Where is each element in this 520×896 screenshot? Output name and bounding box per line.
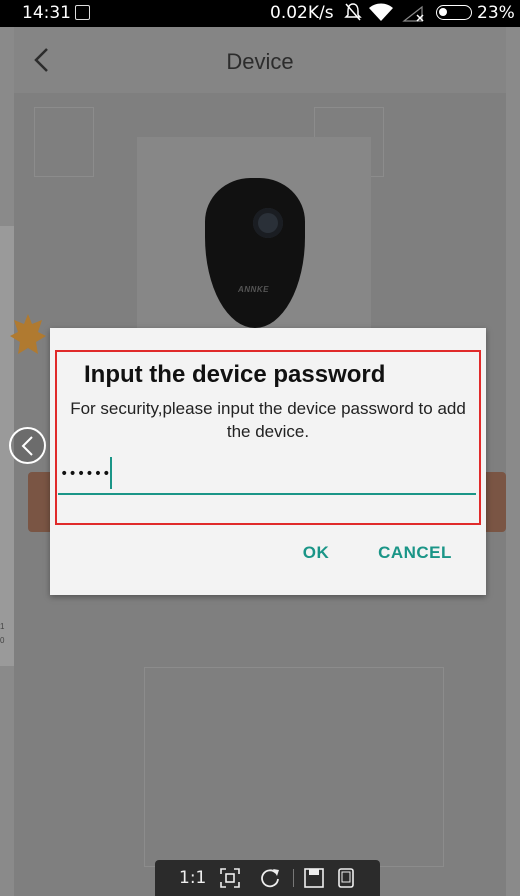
- text-cursor: [110, 457, 112, 489]
- password-input[interactable]: [58, 455, 476, 495]
- ok-button[interactable]: OK: [296, 538, 336, 568]
- signal-icon: [402, 5, 424, 22]
- faint-placeholder: [34, 107, 94, 177]
- previous-arrow-icon[interactable]: [9, 427, 46, 464]
- camera-lens: [253, 208, 283, 238]
- fit-screen-icon[interactable]: [219, 867, 241, 889]
- dialog-title: Input the device password: [84, 361, 386, 388]
- faint-placeholder: [144, 667, 444, 867]
- toolbar-divider: [293, 869, 294, 887]
- save-icon[interactable]: [303, 867, 325, 889]
- dialog-message: For security,please input the device pas…: [70, 399, 466, 441]
- leaf-icon: [10, 314, 46, 354]
- viewer-toolbar: 1:1: [155, 860, 380, 896]
- status-bar: 14:31 0.02K/s 23%: [0, 0, 520, 27]
- battery-icon: [436, 5, 472, 20]
- cancel-button[interactable]: CANCEL: [372, 538, 458, 568]
- notification-icon: [75, 5, 90, 20]
- wifi-icon: [369, 3, 393, 21]
- camera-brand-label: ANNKE: [238, 285, 269, 294]
- page-title: Device: [226, 49, 294, 74]
- app-header: Device: [14, 27, 506, 93]
- battery-percent: 23%: [477, 3, 515, 23]
- status-time: 14:31: [22, 3, 71, 23]
- actual-size-button[interactable]: 1:1: [179, 868, 206, 890]
- rotate-icon[interactable]: [259, 867, 281, 889]
- mute-bell-icon: [344, 3, 362, 21]
- network-speed: 0.02K/s: [270, 3, 334, 23]
- tablet-icon[interactable]: [335, 867, 357, 889]
- left-strip-text: 1 0: [0, 622, 5, 645]
